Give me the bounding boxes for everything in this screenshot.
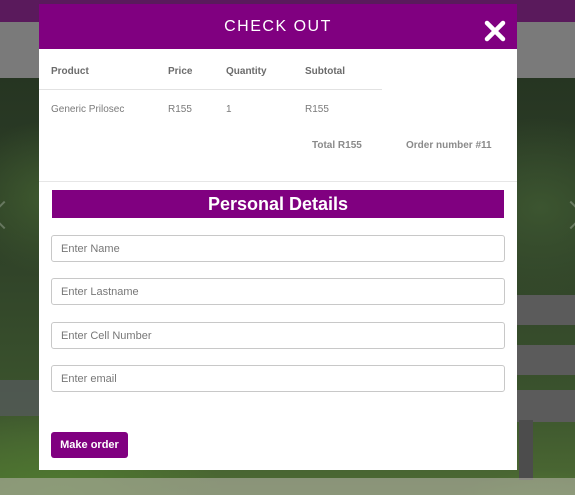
cell-subtotal: R155 <box>305 103 329 115</box>
divider <box>39 181 517 182</box>
checkout-modal: CHECK OUT Product Price Quantity Subtota… <box>39 4 517 470</box>
column-header-product: Product <box>39 49 168 90</box>
background-bench <box>517 295 575 325</box>
column-header-quantity: Quantity <box>226 49 305 90</box>
table-row: Generic Prilosec R155 1 R155 <box>39 89 382 127</box>
personal-details-heading: Personal Details <box>52 190 504 218</box>
column-header-subtotal: Subtotal <box>305 49 382 90</box>
cart-table: Product Price Quantity Subtotal Generic … <box>39 49 382 127</box>
background-bench-leg <box>519 420 533 480</box>
order-total: Total R155 <box>312 140 362 151</box>
modal-title: CHECK OUT <box>224 18 332 35</box>
order-number: Order number #11 <box>406 140 492 151</box>
cell-price: R155 <box>168 103 192 115</box>
cell-product: Generic Prilosec <box>51 103 125 115</box>
cell-number-input[interactable] <box>51 322 505 349</box>
modal-header: CHECK OUT <box>39 4 517 49</box>
background-bottom-strip <box>0 478 575 495</box>
background-bench <box>517 345 575 375</box>
make-order-button[interactable]: Make order <box>51 432 128 458</box>
email-input[interactable] <box>51 365 505 392</box>
background-bench <box>517 390 575 422</box>
close-icon[interactable] <box>483 19 507 43</box>
cart-header-row: Product Price Quantity Subtotal <box>39 49 382 90</box>
column-header-price: Price <box>168 49 226 90</box>
background-path <box>0 380 40 416</box>
cell-quantity: 1 <box>226 103 232 115</box>
lastname-input[interactable] <box>51 278 505 305</box>
name-input[interactable] <box>51 235 505 262</box>
